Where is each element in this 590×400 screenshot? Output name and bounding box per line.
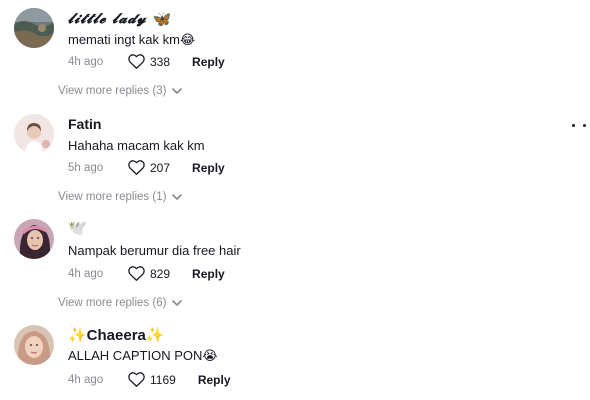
like-button[interactable]: 207 [128, 160, 170, 175]
heart-outline-icon [128, 372, 145, 387]
like-button[interactable]: 1169 [128, 372, 176, 387]
chevron-down-icon [172, 193, 183, 200]
comment-meta: 5h ago 207 Reply [68, 160, 225, 175]
reply-button[interactable]: Reply [192, 161, 225, 175]
like-count: 829 [150, 266, 171, 281]
view-more-replies[interactable]: View more replies (3) [58, 85, 183, 97]
timestamp: 4h ago [68, 373, 104, 386]
username[interactable]: ✨Chaeera✨ [68, 326, 165, 344]
like-count: 338 [150, 54, 171, 69]
comment-text: ALLAH CAPTION PON😭 [68, 348, 218, 363]
like-count: 207 [150, 160, 171, 175]
hijab-avatar-image [14, 325, 54, 365]
like-count: 1169 [150, 372, 176, 387]
heart-outline-icon [128, 54, 145, 69]
avatar[interactable] [14, 8, 54, 48]
username-text: 𝓵𝓲𝓽𝓽𝓵𝓮 𝓵𝓪𝓭𝔂 [68, 11, 147, 27]
heart-outline-icon [128, 160, 145, 175]
timestamp: 5h ago [68, 161, 104, 174]
view-more-label: View more replies (3) [58, 85, 167, 97]
username[interactable]: 𝓵𝓲𝓽𝓽𝓵𝓮 𝓵𝓪𝓭𝔂 🦋 [68, 10, 172, 28]
chevron-down-icon [172, 87, 183, 94]
like-button[interactable]: 338 [128, 54, 170, 69]
view-more-label: View more replies (6) [58, 297, 167, 309]
username[interactable]: Fatin [68, 116, 101, 132]
comment-meta: 4h ago 338 Reply [68, 54, 225, 69]
username[interactable]: 🕊️ [68, 219, 87, 237]
heart-outline-icon [128, 266, 145, 281]
comment-text: Nampak berumur dia free hair [68, 243, 241, 258]
dot [583, 123, 586, 127]
comment-text: memati ingt kak km😂 [68, 32, 196, 47]
timestamp: 4h ago [68, 55, 104, 68]
like-button[interactable]: 829 [128, 266, 170, 281]
comment-text: Hahaha macam kak km [68, 138, 205, 153]
avatar[interactable] [14, 114, 54, 154]
view-more-replies[interactable]: View more replies (1) [58, 191, 183, 203]
woman-avatar-image [14, 219, 54, 259]
avatar[interactable] [14, 325, 54, 365]
girl-avatar-image [14, 114, 54, 154]
view-more-label: View more replies (1) [58, 191, 167, 203]
dot [572, 123, 575, 127]
landscape-avatar-image [14, 8, 54, 48]
more-options-icon[interactable] [572, 122, 586, 128]
avatar[interactable] [14, 219, 54, 259]
reply-button[interactable]: Reply [198, 373, 231, 387]
butterfly-emoji: 🦋 [152, 10, 173, 28]
reply-button[interactable]: Reply [192, 267, 225, 281]
timestamp: 4h ago [68, 267, 104, 280]
reply-button[interactable]: Reply [192, 55, 225, 69]
chevron-down-icon [172, 299, 183, 306]
comment-meta: 4h ago 1169 Reply [68, 372, 231, 387]
comments-panel: 𝓵𝓲𝓽𝓽𝓵𝓮 𝓵𝓪𝓭𝔂 🦋 memati ingt kak km😂 4h ago… [0, 0, 590, 400]
view-more-replies[interactable]: View more replies (6) [58, 297, 183, 309]
comment-meta: 4h ago 829 Reply [68, 266, 225, 281]
